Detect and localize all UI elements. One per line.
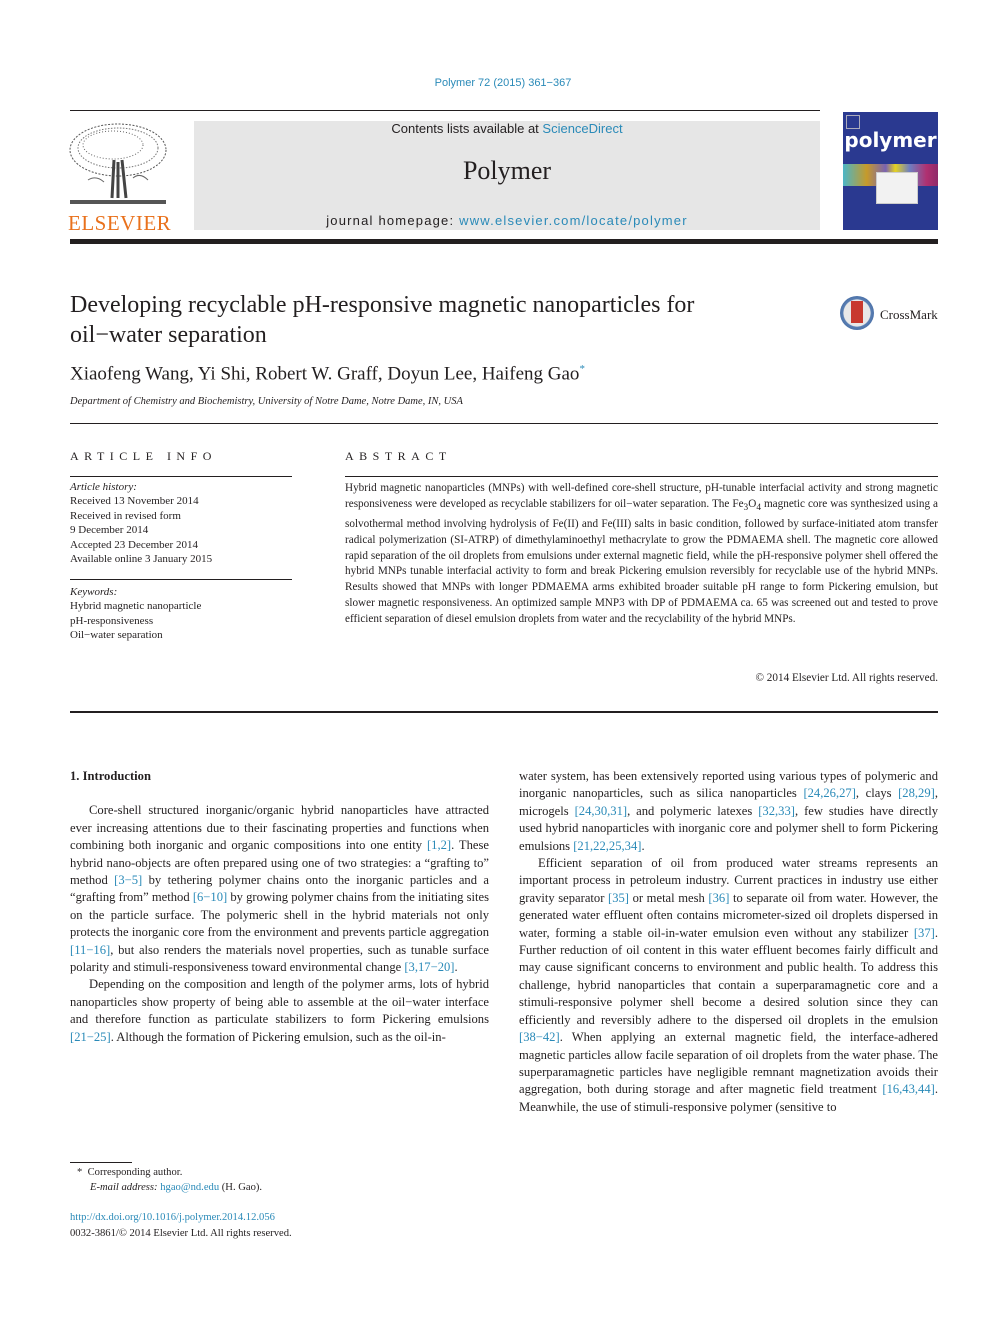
header-divider (70, 110, 820, 111)
abstract-text: Hybrid magnetic nanoparticles (MNPs) wit… (345, 481, 938, 628)
affiliation-divider (70, 423, 938, 424)
citation-link[interactable]: [32,33] (758, 804, 795, 818)
corresponding-author-note: Corresponding author. (87, 1167, 183, 1178)
article-info-divider (70, 476, 292, 477)
corresponding-author-marker[interactable]: * (579, 363, 585, 375)
journal-name: Polymer (462, 156, 552, 185)
body-text: . (454, 960, 458, 975)
abstract-heading: ABSTRACT (345, 449, 452, 463)
journal-masthead: Contents lists available at ScienceDirec… (194, 121, 820, 230)
footnote-marker: * (77, 1167, 83, 1178)
citation-link[interactable]: [16,43,44] (882, 1082, 934, 1096)
cover-title: polymer (844, 128, 937, 152)
keyword-item: pH-responsiveness (70, 614, 154, 627)
cover-figure-thumbnail (876, 172, 918, 204)
body-paragraph: Efficient separation of oil from produce… (519, 855, 938, 1116)
right-paragraphs: water system, has been extensively repor… (519, 768, 938, 1116)
journal-homepage: journal homepage: www.elsevier.com/locat… (194, 213, 820, 228)
history-item: Accepted 23 December 2014 (70, 538, 198, 551)
body-text: , clays (855, 786, 899, 801)
contents-prefix: Contents lists available at (391, 121, 543, 136)
article-history: Article history: Received 13 November 20… (70, 480, 292, 566)
footnote-divider (70, 1162, 132, 1163)
email-label: E-mail address: (90, 1182, 161, 1193)
header-thick-divider (70, 239, 938, 244)
keywords-label: Keywords: (70, 586, 118, 598)
authors-text: Xiaofeng Wang, Yi Shi, Robert W. Graff, … (70, 363, 580, 385)
email-link[interactable]: hgao@nd.edu (160, 1182, 219, 1193)
history-item: Received in revised form (70, 509, 181, 522)
body-text: or metal mesh (629, 890, 709, 905)
crossmark-label: CrossMark (880, 307, 938, 322)
keywords-divider (70, 579, 292, 580)
doi-block: http://dx.doi.org/10.1016/j.polymer.2014… (70, 1210, 292, 1242)
citation-link[interactable]: [24,30,31] (575, 804, 627, 818)
article-info-heading: ARTICLE INFO (70, 449, 217, 463)
author-list: Xiaofeng Wang, Yi Shi, Robert W. Graff, … (70, 363, 585, 385)
sciencedirect-link[interactable]: ScienceDirect (542, 121, 622, 136)
citation-link[interactable]: [3,17−20] (404, 960, 454, 974)
cover-publisher-badge-icon (846, 115, 860, 129)
history-item: Available online 3 January 2015 (70, 553, 213, 566)
article-history-label: Article history: (70, 481, 137, 493)
footnote-line-1: * Corresponding author. (70, 1165, 262, 1180)
body-text: Depending on the composition and length … (70, 977, 489, 1027)
issn-copyright: 0032-3861/© 2014 Elsevier Ltd. All right… (70, 1228, 292, 1239)
keywords: Keywords: Hybrid magnetic nanoparticle p… (70, 585, 292, 643)
keyword-item: Hybrid magnetic nanoparticle (70, 600, 202, 613)
footnote: * Corresponding author. E-mail address: … (70, 1165, 262, 1195)
article-title: Developing recyclable pH-responsive magn… (70, 290, 810, 350)
abstract-divider (345, 476, 938, 477)
citation-link[interactable]: [6−10] (193, 890, 227, 904)
citation-link[interactable]: [36] (708, 891, 729, 905)
elsevier-tree-icon (68, 120, 168, 208)
body-text: , and polymeric latexes (627, 803, 759, 818)
citation-link[interactable]: [3−5] (114, 873, 142, 887)
body-paragraph: Core-shell structured inorganic/organic … (70, 802, 489, 976)
body-text: . When applying an external magnetic fie… (519, 1030, 938, 1097)
homepage-prefix: journal homepage: (326, 213, 460, 228)
citation-link[interactable]: [35] (608, 891, 629, 905)
footnote-line-2: E-mail address: hgao@nd.edu (H. Gao). (70, 1180, 262, 1195)
citation-link[interactable]: [28,29] (898, 786, 935, 800)
body-paragraph: water system, has been extensively repor… (519, 768, 938, 855)
abstract-text-part-2: magnetic core was synthesized using a so… (345, 497, 938, 625)
citation-link[interactable]: [24,26,27] (803, 786, 855, 800)
body-paragraph: Depending on the composition and length … (70, 976, 489, 1046)
body-text: . Although the formation of Pickering em… (110, 1029, 446, 1044)
left-paragraphs: Core-shell structured inorganic/organic … (70, 802, 489, 1046)
citation-link[interactable]: [21,22,25,34] (573, 839, 641, 853)
history-item: Received 13 November 2014 (70, 495, 199, 508)
author-affiliation: Department of Chemistry and Biochemistry… (70, 396, 463, 407)
abstract-copyright: © 2014 Elsevier Ltd. All rights reserved… (755, 672, 939, 684)
history-item: 9 December 2014 (70, 524, 149, 537)
article-title-line-2: oil−water separation (70, 322, 267, 348)
citation-link[interactable]: [37] (914, 926, 935, 940)
citation-link[interactable]: [21−25] (70, 1030, 111, 1044)
citation-link[interactable]: [11−16] (70, 943, 110, 957)
email-suffix: (H. Gao). (219, 1182, 263, 1193)
elsevier-wordmark: ELSEVIER (68, 211, 172, 235)
journal-cover-image[interactable]: polymer (843, 112, 938, 230)
body-column-left: 1. Introduction Core-shell structured in… (70, 768, 489, 1046)
crossmark-ribbon-icon (851, 301, 863, 323)
section-heading: 1. Introduction (70, 769, 151, 783)
contents-availability: Contents lists available at ScienceDirec… (194, 121, 820, 137)
crossmark-button[interactable]: CrossMark (840, 296, 940, 334)
abstract-end-divider (70, 711, 938, 713)
citation-link[interactable]: [38−42] (519, 1030, 560, 1044)
journal-citation-link[interactable]: Polymer 72 (2015) 361−367 (0, 77, 992, 89)
article-title-line-1: Developing recyclable pH-responsive magn… (70, 292, 695, 318)
body-text: . Further reduction of oil content in th… (519, 925, 938, 1027)
elsevier-logo[interactable]: ELSEVIER (68, 120, 172, 235)
keyword-item: Oil−water separation (70, 629, 163, 642)
body-text: . (641, 838, 645, 853)
doi-link[interactable]: http://dx.doi.org/10.1016/j.polymer.2014… (70, 1210, 292, 1226)
homepage-link[interactable]: www.elsevier.com/locate/polymer (459, 213, 688, 228)
citation-link[interactable]: [1,2] (427, 838, 451, 852)
body-column-right: water system, has been extensively repor… (519, 768, 938, 1116)
